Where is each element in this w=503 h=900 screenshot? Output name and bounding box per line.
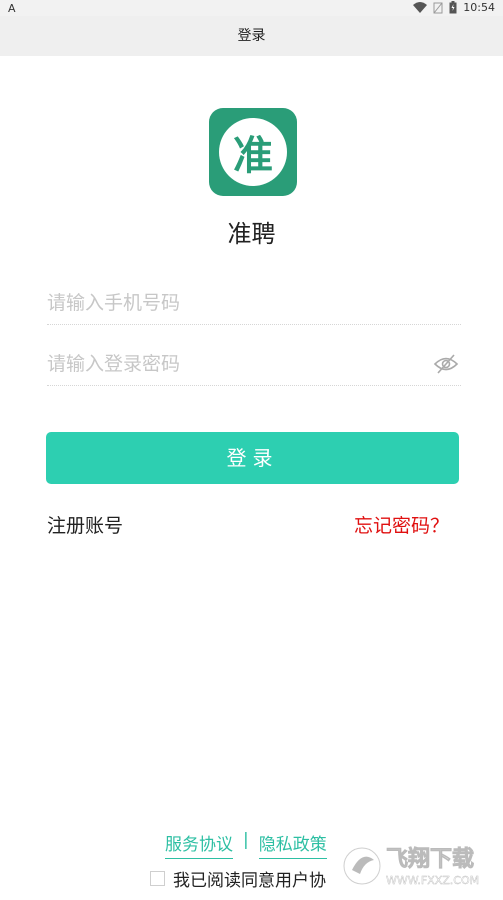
forgot-password-link[interactable]: 忘记密码？ [354,511,449,538]
phone-field[interactable] [47,284,461,325]
agreement-row: 我已阅读同意用户协 [150,866,326,891]
status-bar: A 10:54 [0,0,503,16]
privacy-policy-link[interactable]: 隐私政策 [258,830,327,859]
login-button[interactable]: 登录 [46,432,459,484]
agree-text: 我已阅读同意用户协 [173,871,326,891]
no-sim-icon [433,2,443,13]
logo-glyph: 准 [233,133,273,179]
password-field[interactable] [47,345,461,386]
agree-checkbox[interactable] [150,871,165,886]
wifi-icon [413,1,428,13]
app-name: 准聘 [227,220,276,248]
password-input[interactable] [47,345,407,383]
status-icons: 10:54 [413,1,495,14]
phone-input[interactable] [47,284,407,322]
register-link[interactable]: 注册账号 [47,511,123,538]
watermark-url: WWW.FXXZ.COM [386,874,479,887]
watermark-text: 飞翔下载 [386,846,474,872]
policy-links: 服务协议 | 隐私政策 [165,830,327,859]
service-agreement-link[interactable]: 服务协议 [165,830,233,859]
app-bar: 登录 [0,16,503,56]
android-notification-icon: A [8,2,16,15]
watermark-logo-icon: 飞翔下载 WWW.FXXZ.COM [343,846,479,887]
logo-circle: 准 [219,118,287,186]
clock: 10:54 [463,1,495,14]
app-logo-icon: 准 [209,108,297,196]
battery-charging-icon [449,1,457,14]
policy-separator: | [243,830,249,850]
eye-hidden-icon[interactable] [433,353,459,375]
page-title: 登录 [237,28,266,44]
